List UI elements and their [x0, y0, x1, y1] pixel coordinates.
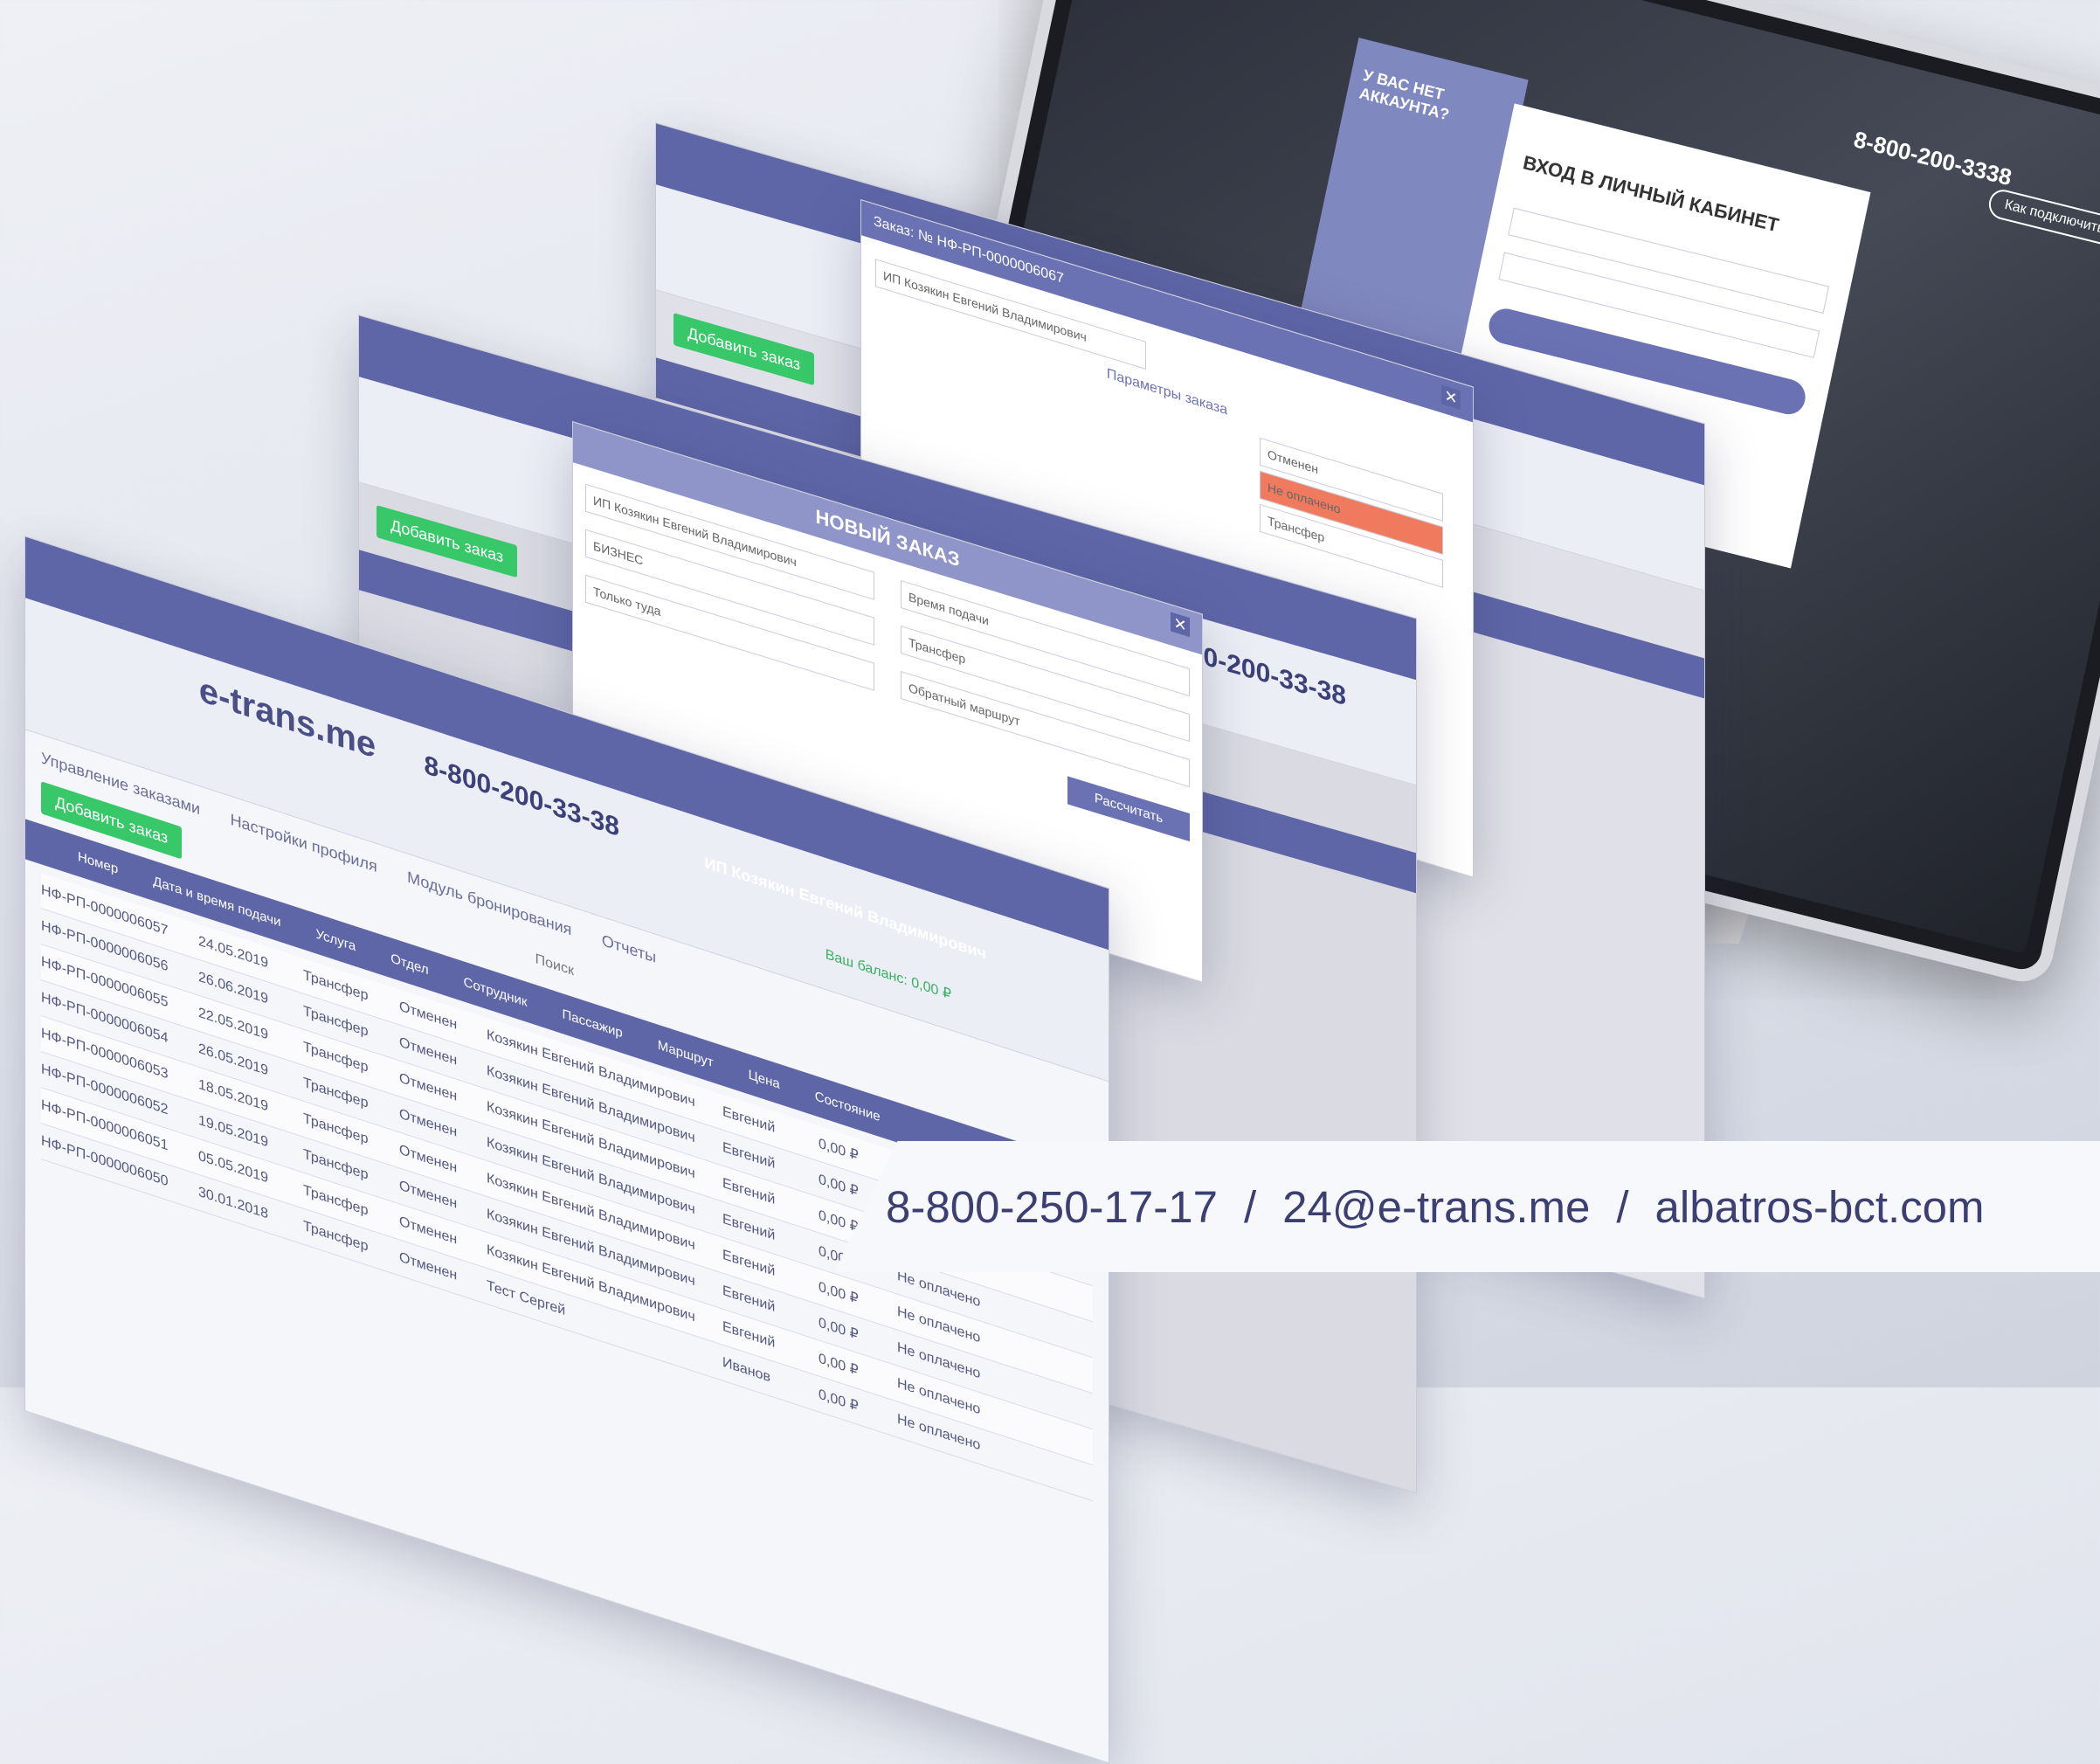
contact-site: albatros-bct.com	[1654, 1182, 1985, 1232]
promo-stage: 8-800-200-3338 Как подключиться? У ВАС Н…	[0, 0, 2100, 1764]
search-input[interactable]: Поиск	[535, 951, 574, 979]
col-service[interactable]: Услуга	[315, 926, 356, 954]
col-price[interactable]: Цена	[749, 1067, 780, 1092]
separator: /	[1616, 1182, 1629, 1232]
col-department[interactable]: Отдел	[390, 951, 428, 978]
separator: /	[1243, 1182, 1257, 1232]
contact-phone: 8-800-250-17-17	[886, 1182, 1218, 1232]
monitor-phone: 8-800-200-3338	[1851, 126, 2014, 191]
login-title: ВХОД В ЛИЧНЫЙ КАБИНЕТ	[1521, 151, 1781, 237]
col-number[interactable]: Номер	[78, 848, 118, 876]
contact-email: 24@e-trans.me	[1282, 1182, 1591, 1232]
connect-button[interactable]: Как подключиться?	[1986, 186, 2100, 254]
tab-reports[interactable]: Отчеты	[602, 931, 656, 967]
no-account-title: У ВАС НЕТ АККАУНТА?	[1357, 66, 1451, 124]
balance: Ваш баланс: 0,00 ₽	[825, 946, 951, 1003]
contact-bar-text: 8-800-250-17-17 / 24@e-trans.me / albatros-b…	[886, 1181, 1985, 1233]
col-route[interactable]: Маршрут	[658, 1037, 714, 1070]
col-passenger[interactable]: Пассажир	[562, 1006, 622, 1040]
